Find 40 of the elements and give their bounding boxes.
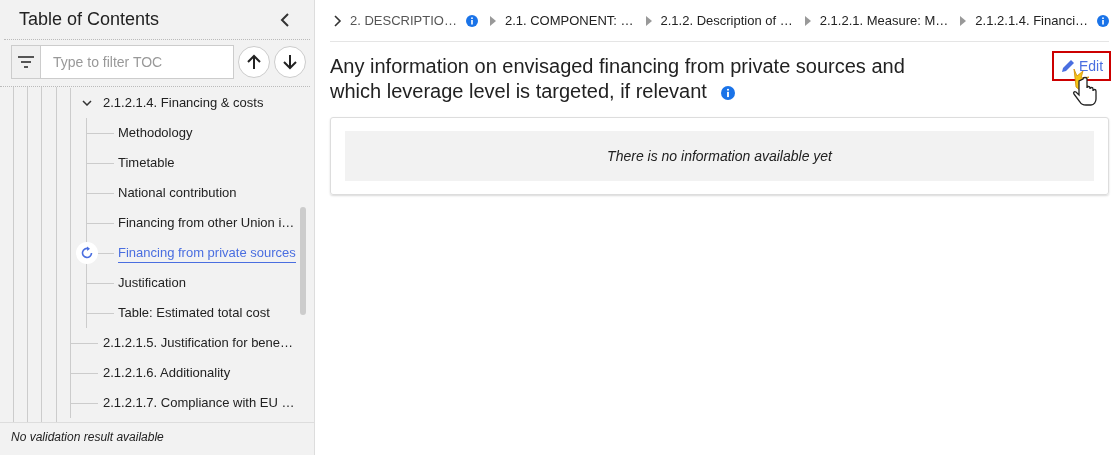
toc-item[interactable]: Financing from other Union i… — [118, 214, 295, 232]
toc-item[interactable]: Methodology — [118, 124, 193, 142]
validation-status: No validation result available — [0, 422, 314, 455]
edit-button[interactable]: Edit — [1051, 51, 1112, 81]
toc-item[interactable]: 2.1.2.1.6. Additionality — [103, 364, 231, 382]
filter-field[interactable]: Type to filter TOC — [41, 45, 234, 79]
arrow-down-icon — [283, 54, 297, 70]
toc-item[interactable]: Financing from private sources — [118, 243, 296, 263]
caret-icon — [489, 15, 496, 26]
breadcrumb-link[interactable]: 2.1.2.1.4. Financi… — [975, 13, 1089, 28]
chevron-icon[interactable] — [82, 100, 92, 106]
toc-title: Table of Contents — [19, 9, 160, 30]
breadcrumb-link[interactable]: 2. DESCRIPTIO… — [350, 13, 457, 28]
refresh-icon[interactable] — [76, 242, 98, 264]
toc-item[interactable]: National contribution — [118, 184, 237, 202]
section-title: Any information on envisaged financing from private sources and which leverage level is targeted, if relevant — [330, 54, 906, 104]
toc-item[interactable]: 2.1.2.1.5. Justification for bene… — [103, 334, 294, 352]
up-arrow-button[interactable] — [238, 46, 270, 78]
collapse-icon[interactable] — [280, 12, 290, 27]
empty-message: There is no information available yet — [345, 131, 1095, 181]
caret-icon — [804, 15, 811, 26]
pencil-icon — [1059, 58, 1076, 74]
toc-item[interactable]: Timetable — [118, 154, 175, 172]
arrow-up-icon — [247, 54, 261, 70]
toc-item[interactable]: Justification — [118, 274, 186, 292]
filter-icon[interactable] — [18, 56, 34, 68]
breadcrumb-link[interactable]: 2.1.2. Description of … — [660, 13, 793, 28]
toc-item[interactable]: 2.1.2.1.7. Compliance with EU … — [103, 394, 295, 412]
toc-item[interactable]: 2.1.2.1.4. Financing & costs — [103, 94, 264, 112]
info-icon[interactable] — [721, 85, 736, 100]
scroll-bar[interactable] — [300, 207, 306, 315]
breadcrumb-link[interactable]: 2.1. COMPONENT: … — [504, 13, 634, 28]
info-icon[interactable] — [465, 14, 478, 27]
chevron-icon[interactable] — [334, 14, 342, 27]
down-arrow-button[interactable] — [274, 46, 306, 78]
caret-icon — [960, 15, 967, 26]
breadcrumb-link[interactable]: 2.1.2.1. Measure: M… — [819, 13, 949, 28]
caret-icon — [645, 15, 652, 26]
toc-item[interactable]: Table: Estimated total cost — [118, 304, 270, 322]
info-icon[interactable] — [1097, 14, 1110, 27]
